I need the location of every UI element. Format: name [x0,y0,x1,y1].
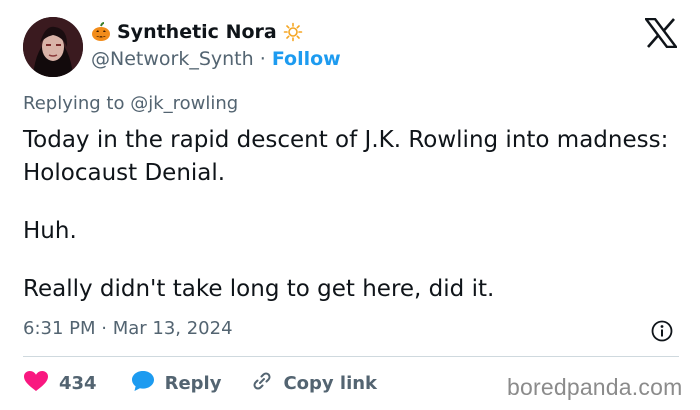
handle-separator: · [259,48,266,70]
reply-label: Reply [164,373,222,394]
divider [23,356,679,357]
tweet-line: Huh. [23,218,77,244]
author-handle[interactable]: @Network_Synth [91,48,254,70]
action-bar: 434 Reply Copy link [23,370,377,397]
like-button[interactable]: 434 [23,370,97,397]
tweet-line: Really didn't take long to get here, did… [23,276,495,302]
display-name[interactable]: Synthetic Nora [117,21,277,43]
x-logo-icon[interactable] [644,17,678,49]
link-icon [251,370,273,397]
jack-o-lantern-icon [91,22,111,42]
heart-icon [23,370,49,397]
author-name-row: Synthetic Nora [91,21,303,43]
sun-icon [283,22,303,42]
copy-link-label: Copy link [283,373,378,394]
reply-button[interactable]: Reply [131,370,222,397]
tweet-text: Today in the rapid descent of J.K. Rowli… [23,124,673,306]
replying-mention[interactable]: @jk_rowling [130,93,238,114]
tweet-line: Today in the rapid descent of J.K. Rowli… [23,127,669,186]
info-icon[interactable] [651,320,673,342]
replying-to: Replying to @jk_rowling [23,93,238,114]
reply-bubble-icon [131,370,155,397]
handle-row: @Network_Synth · Follow [91,48,341,70]
follow-button[interactable]: Follow [272,48,341,70]
like-count: 434 [59,373,97,394]
avatar[interactable] [23,17,83,77]
copy-link-button[interactable]: Copy link [251,370,377,397]
watermark: boredpanda.com [507,374,683,400]
tweet-timestamp[interactable]: 6:31 PM · Mar 13, 2024 [23,318,233,339]
avatar-image [23,17,83,77]
replying-prefix: Replying to [23,93,125,114]
